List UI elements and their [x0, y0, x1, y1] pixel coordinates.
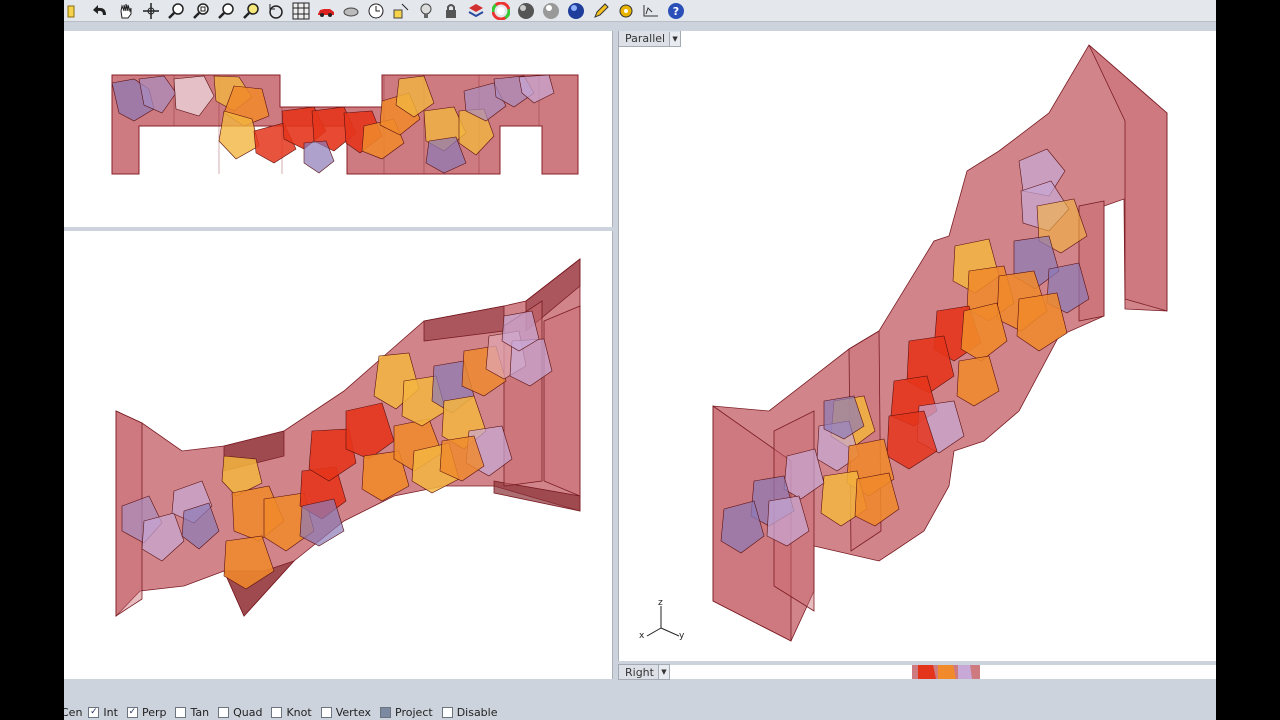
- viewport-tab-right[interactable]: Right ▼: [618, 664, 670, 680]
- snap-label: Perp: [141, 705, 167, 719]
- osnap-statusbar: Cen ✓ Int ✓ Perp Tan Quad Knot Vertex Pr…: [64, 704, 1216, 720]
- checkbox-checked[interactable]: ✓: [126, 706, 138, 718]
- grid-icon[interactable]: [289, 1, 312, 21]
- snap-label: Tan: [190, 705, 210, 719]
- material-sphere-icon[interactable]: [514, 1, 537, 21]
- snap-tan[interactable]: Tan: [175, 706, 209, 719]
- svg-text:?: ?: [672, 5, 678, 18]
- perspective-view-model: [115, 258, 581, 617]
- main-toolbar: ?: [64, 0, 1216, 22]
- undo-icon[interactable]: [89, 1, 112, 21]
- axis-y-label: y: [679, 631, 685, 641]
- snap-label: Vertex: [335, 705, 372, 719]
- lightbulb-render-icon[interactable]: [339, 1, 362, 21]
- dimension-icon[interactable]: [639, 1, 662, 21]
- pencil-icon[interactable]: [589, 1, 612, 21]
- chevron-down-icon[interactable]: ▼: [657, 665, 669, 679]
- snap-label: Knot: [286, 705, 312, 719]
- zoom-window-icon[interactable]: [189, 1, 212, 21]
- rotate-icon[interactable]: [264, 1, 287, 21]
- checkbox[interactable]: [218, 706, 230, 718]
- snap-label: Project: [395, 705, 433, 719]
- rhino-window: ? Parallel ▼ z x y Right ▼ Cen ✓ Int ✓ P…: [64, 0, 1216, 720]
- viewport-top[interactable]: [64, 31, 613, 227]
- checkbox[interactable]: [175, 706, 187, 718]
- viewport-perspective[interactable]: [64, 231, 613, 679]
- zoom-extents-icon[interactable]: [214, 1, 237, 21]
- open-icon[interactable]: [64, 1, 87, 21]
- parallel-view-model: [712, 44, 1168, 642]
- zoom-icon[interactable]: [164, 1, 187, 21]
- light-icon[interactable]: [414, 1, 437, 21]
- viewport-tab-label: Parallel: [625, 32, 666, 45]
- layer-icon[interactable]: [464, 1, 487, 21]
- viewport-tab-label: Right: [625, 665, 654, 679]
- gear-settings-icon[interactable]: [614, 1, 637, 21]
- axis-x-label: x: [639, 631, 645, 641]
- viewport-parallel[interactable]: [618, 31, 1216, 661]
- snap-disable[interactable]: Disable: [441, 705, 498, 719]
- checkbox[interactable]: [441, 706, 453, 718]
- pan-hand-icon[interactable]: [114, 1, 137, 21]
- right-view-model: [912, 665, 980, 679]
- snap-label: Disable: [456, 705, 498, 719]
- world-axis-indicator: z x y: [629, 598, 689, 648]
- axis-z-label: z: [658, 598, 663, 608]
- blue-sphere-icon[interactable]: [564, 1, 587, 21]
- snap-int[interactable]: ✓ Int: [88, 706, 118, 719]
- top-view-model: [111, 74, 579, 175]
- select-points-icon[interactable]: [389, 1, 412, 21]
- snap-quad[interactable]: Quad: [218, 706, 262, 719]
- car-render-icon[interactable]: [314, 1, 337, 21]
- left-black-border: [0, 0, 64, 720]
- chrome-sphere-icon[interactable]: [539, 1, 562, 21]
- snap-vertex[interactable]: Vertex: [320, 705, 372, 719]
- snap-project[interactable]: Project: [380, 706, 433, 719]
- right-black-border: [1216, 0, 1280, 720]
- snap-perp[interactable]: ✓ Perp: [126, 705, 167, 719]
- snap-cen[interactable]: Cen: [64, 706, 82, 719]
- viewport-right[interactable]: [618, 665, 1216, 679]
- checkbox-highlighted[interactable]: [380, 706, 392, 718]
- checkbox[interactable]: [320, 706, 332, 718]
- zoom-selected-icon[interactable]: [239, 1, 262, 21]
- snap-label: Cen: [64, 705, 83, 719]
- lock-icon[interactable]: [439, 1, 462, 21]
- viewport-tab-parallel[interactable]: Parallel ▼: [618, 31, 682, 47]
- snap-knot[interactable]: Knot: [271, 705, 312, 719]
- checkbox-checked[interactable]: ✓: [88, 706, 100, 718]
- snap-label: Quad: [233, 705, 263, 719]
- chevron-down-icon[interactable]: ▼: [669, 31, 681, 46]
- snap-label: Int: [103, 705, 118, 719]
- checkbox[interactable]: [271, 706, 283, 718]
- color-wheel-icon[interactable]: [489, 1, 512, 21]
- rotate-view-icon[interactable]: [139, 1, 162, 21]
- help-icon[interactable]: ?: [664, 1, 687, 21]
- clock-icon[interactable]: [364, 1, 387, 21]
